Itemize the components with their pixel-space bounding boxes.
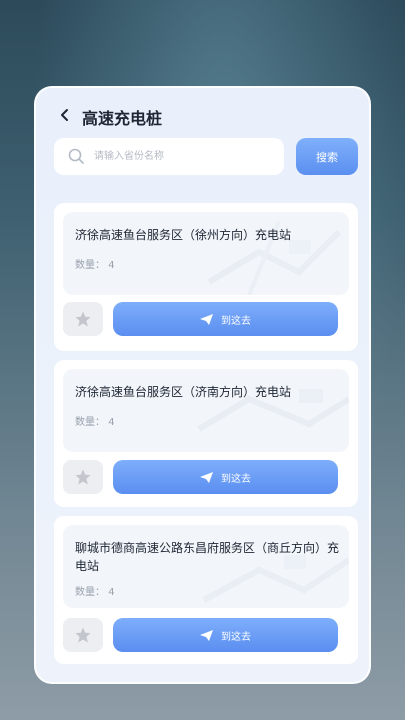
- station-card: 济徐高速鱼台服务区（徐州方向）充电站 数量： 4 到这去: [54, 203, 358, 351]
- search-input[interactable]: [94, 138, 274, 175]
- station-info[interactable]: 济徐高速鱼台服务区（徐州方向）充电站 数量： 4: [63, 212, 349, 295]
- favorite-button[interactable]: [63, 302, 103, 336]
- station-list: 济徐高速鱼台服务区（徐州方向）充电站 数量： 4 到这去 济徐高速鱼台服务区（济…: [54, 203, 358, 673]
- count-value: 4: [108, 587, 115, 598]
- station-card: 聊城市德商高速公路东昌府服务区（商丘方向）充电站 数量： 4 到这去: [54, 516, 358, 664]
- count-label: 数量：: [75, 260, 105, 271]
- send-arrow-icon: [200, 471, 213, 483]
- star-icon: [75, 627, 91, 643]
- station-name: 济徐高速鱼台服务区（徐州方向）充电站: [75, 228, 292, 242]
- count-value: 4: [108, 417, 115, 428]
- navigate-button[interactable]: 到这去: [113, 302, 338, 336]
- station-info[interactable]: 济徐高速鱼台服务区（济南方向）充电站 数量： 4: [63, 369, 349, 452]
- star-icon: [75, 469, 91, 485]
- count-label: 数量：: [75, 417, 105, 428]
- navigate-label: 到这去: [221, 631, 251, 643]
- navigate-label: 到这去: [221, 473, 251, 485]
- station-name: 聊城市德商高速公路东昌府服务区（商丘方向）充电站: [75, 541, 340, 573]
- count-value: 4: [108, 260, 115, 271]
- search-icon: [68, 148, 84, 164]
- main-panel: 高速充电桩 搜索 济徐高速鱼台服务区（徐州方向）充电站 数量： 4: [34, 86, 371, 684]
- map-pattern-decoration: [197, 389, 349, 432]
- count-label: 数量：: [75, 587, 105, 598]
- map-pattern-decoration: [207, 221, 342, 295]
- back-arrow-icon[interactable]: [58, 108, 72, 122]
- search-button[interactable]: 搜索: [296, 138, 358, 175]
- station-count: 数量： 4: [75, 413, 115, 428]
- search-box: [54, 138, 284, 175]
- navigate-button[interactable]: 到这去: [113, 618, 338, 652]
- favorite-button[interactable]: [63, 618, 103, 652]
- navigate-label: 到这去: [221, 315, 251, 327]
- station-info[interactable]: 聊城市德商高速公路东昌府服务区（商丘方向）充电站 数量： 4: [63, 525, 349, 608]
- station-count: 数量： 4: [75, 256, 115, 271]
- header: 高速充电桩: [36, 88, 369, 140]
- star-icon: [75, 311, 91, 327]
- station-name: 济徐高速鱼台服务区（济南方向）充电站: [75, 385, 292, 399]
- send-arrow-icon: [200, 629, 213, 641]
- station-count: 数量： 4: [75, 583, 115, 598]
- navigate-button[interactable]: 到这去: [113, 460, 338, 494]
- send-arrow-icon: [200, 313, 213, 325]
- station-card: 济徐高速鱼台服务区（济南方向）充电站 数量： 4 到这去: [54, 360, 358, 507]
- favorite-button[interactable]: [63, 460, 103, 494]
- page-title: 高速充电桩: [82, 109, 163, 128]
